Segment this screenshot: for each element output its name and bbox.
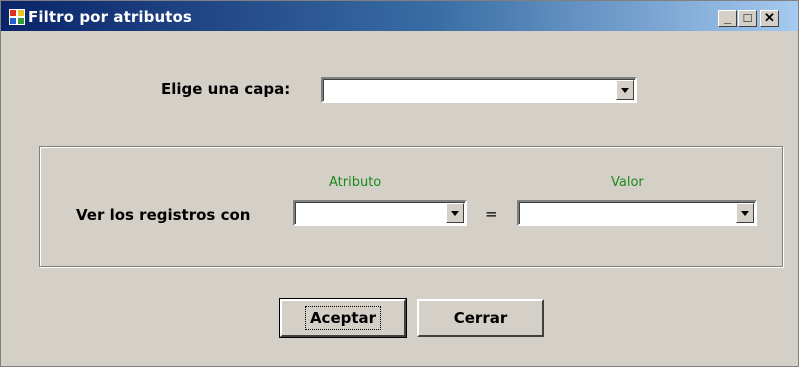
dialog-window: Filtro por atributos _ □ ✕ Elige una cap… <box>0 0 799 367</box>
close-window-button[interactable]: ✕ <box>760 10 779 27</box>
window-title: Filtro por atributos <box>28 8 192 26</box>
close-label: Cerrar <box>453 309 508 327</box>
value-combobox[interactable] <box>517 200 757 226</box>
accept-button[interactable]: Aceptar <box>279 298 407 338</box>
minimize-button[interactable]: _ <box>718 10 737 27</box>
value-header: Valor <box>611 175 644 190</box>
title-bar[interactable]: Filtro por atributos _ □ ✕ <box>1 1 798 31</box>
equals-sign: = <box>485 205 498 223</box>
chevron-down-icon <box>621 88 629 93</box>
filter-row-label: Ver los registros con <box>76 206 251 224</box>
close-button[interactable]: Cerrar <box>417 299 544 337</box>
attribute-header: Atributo <box>329 175 382 190</box>
accept-label: Aceptar <box>304 306 382 330</box>
close-icon: ✕ <box>764 10 775 25</box>
layer-label: Elige una capa: <box>161 80 291 98</box>
attribute-combobox[interactable] <box>293 200 467 226</box>
layer-dropdown-button[interactable] <box>616 80 634 100</box>
app-icon <box>9 9 25 25</box>
maximize-icon: □ <box>743 10 752 25</box>
minimize-icon: _ <box>723 10 732 25</box>
chevron-down-icon <box>741 211 749 216</box>
maximize-button[interactable]: □ <box>738 10 757 27</box>
attribute-dropdown-button[interactable] <box>446 203 464 223</box>
chevron-down-icon <box>451 211 459 216</box>
value-dropdown-button[interactable] <box>736 203 754 223</box>
layer-combobox[interactable] <box>321 77 637 103</box>
